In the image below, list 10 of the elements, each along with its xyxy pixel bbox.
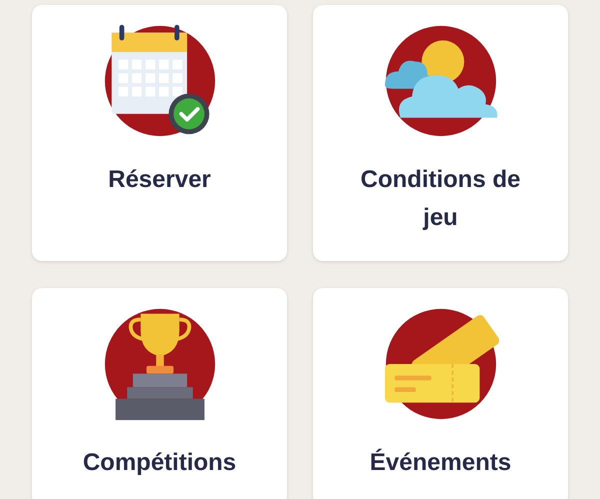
menu-card[interactable]: Conditions de jeu <box>313 5 568 261</box>
menu-card[interactable]: Événements <box>313 288 568 499</box>
card-label: Événements <box>368 448 512 478</box>
sun-cloud-icon <box>382 23 498 139</box>
tickets-icon <box>382 306 498 422</box>
menu-card[interactable]: Compétitions <box>32 288 287 499</box>
card-label: Conditions de jeu <box>360 165 522 233</box>
menu-card[interactable]: Réserver <box>32 5 287 261</box>
card-label: Compétitions <box>82 448 238 478</box>
card-label: Réserver <box>107 165 212 195</box>
